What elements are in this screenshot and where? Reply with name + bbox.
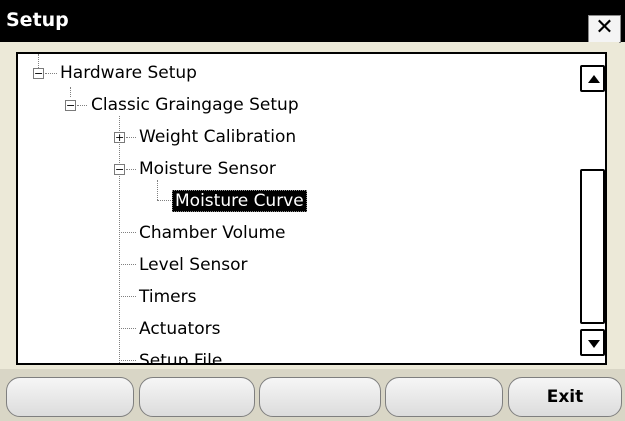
vertical-scrollbar[interactable]	[580, 54, 605, 363]
tree-item-label: Setup File	[139, 351, 223, 365]
tree-line	[119, 328, 136, 329]
collapse-icon[interactable]: −	[33, 68, 44, 79]
tree-item-hardware-setup[interactable]: Hardware Setup	[60, 60, 197, 88]
tree-item-label: Classic Graingage Setup	[91, 95, 299, 115]
tree-line	[70, 87, 71, 97]
softkey-1[interactable]	[6, 377, 134, 417]
tree-line	[126, 137, 136, 138]
tree-item-label: Hardware Setup	[60, 63, 197, 83]
tree-item-chamber-volume[interactable]: Chamber Volume	[139, 220, 286, 248]
tree-line	[157, 200, 171, 201]
tree-item-label: Chamber Volume	[139, 223, 286, 243]
tree-item-classic-graingage-setup[interactable]: Classic Graingage Setup	[91, 92, 299, 120]
exit-button-label: Exit	[546, 387, 584, 407]
tree-item-actuators[interactable]: Actuators	[139, 316, 220, 344]
softkey-3[interactable]	[259, 377, 381, 417]
title-bar: Setup ✕	[0, 0, 625, 43]
tree-line	[119, 360, 136, 361]
tree-line	[119, 232, 136, 233]
tree-item-setup-file[interactable]: Setup File	[139, 348, 223, 365]
softkey-4[interactable]	[385, 377, 503, 417]
tree-line	[45, 73, 57, 74]
collapse-icon[interactable]: −	[114, 164, 125, 175]
window-title: Setup	[6, 9, 69, 31]
exit-button[interactable]: Exit	[508, 377, 622, 417]
softkey-2[interactable]	[139, 377, 255, 417]
tree-line	[38, 54, 39, 68]
tree-item-label: Level Sensor	[139, 255, 248, 275]
tree-view[interactable]: − − + − Hardware Setup Classic Graingage…	[16, 52, 607, 365]
close-icon: ✕	[595, 15, 614, 40]
close-button[interactable]: ✕	[588, 15, 621, 43]
tree-line	[77, 105, 87, 106]
tree-line	[126, 169, 136, 170]
tree-line	[119, 296, 136, 297]
arrow-down-icon	[588, 340, 600, 348]
tree-item-label: Moisture Sensor	[139, 159, 276, 179]
tree-item-weight-calibration[interactable]: Weight Calibration	[139, 124, 296, 152]
tree-item-label: Moisture Curve	[172, 190, 307, 212]
tree-item-moisture-curve[interactable]: Moisture Curve	[172, 188, 307, 216]
tree-item-level-sensor[interactable]: Level Sensor	[139, 252, 248, 280]
tree-item-timers[interactable]: Timers	[139, 284, 196, 312]
tree-line	[119, 264, 136, 265]
scroll-up-button[interactable]	[580, 65, 605, 92]
scrollbar-thumb[interactable]	[580, 169, 605, 324]
tree-item-label: Actuators	[139, 319, 221, 339]
scroll-down-button[interactable]	[580, 329, 605, 356]
tree-item-label: Timers	[139, 287, 197, 307]
tree-item-label: Weight Calibration	[139, 127, 297, 147]
expand-icon[interactable]: +	[114, 132, 125, 143]
arrow-up-icon	[588, 75, 600, 83]
tree-item-moisture-sensor[interactable]: Moisture Sensor	[139, 156, 276, 184]
collapse-icon[interactable]: −	[65, 100, 76, 111]
